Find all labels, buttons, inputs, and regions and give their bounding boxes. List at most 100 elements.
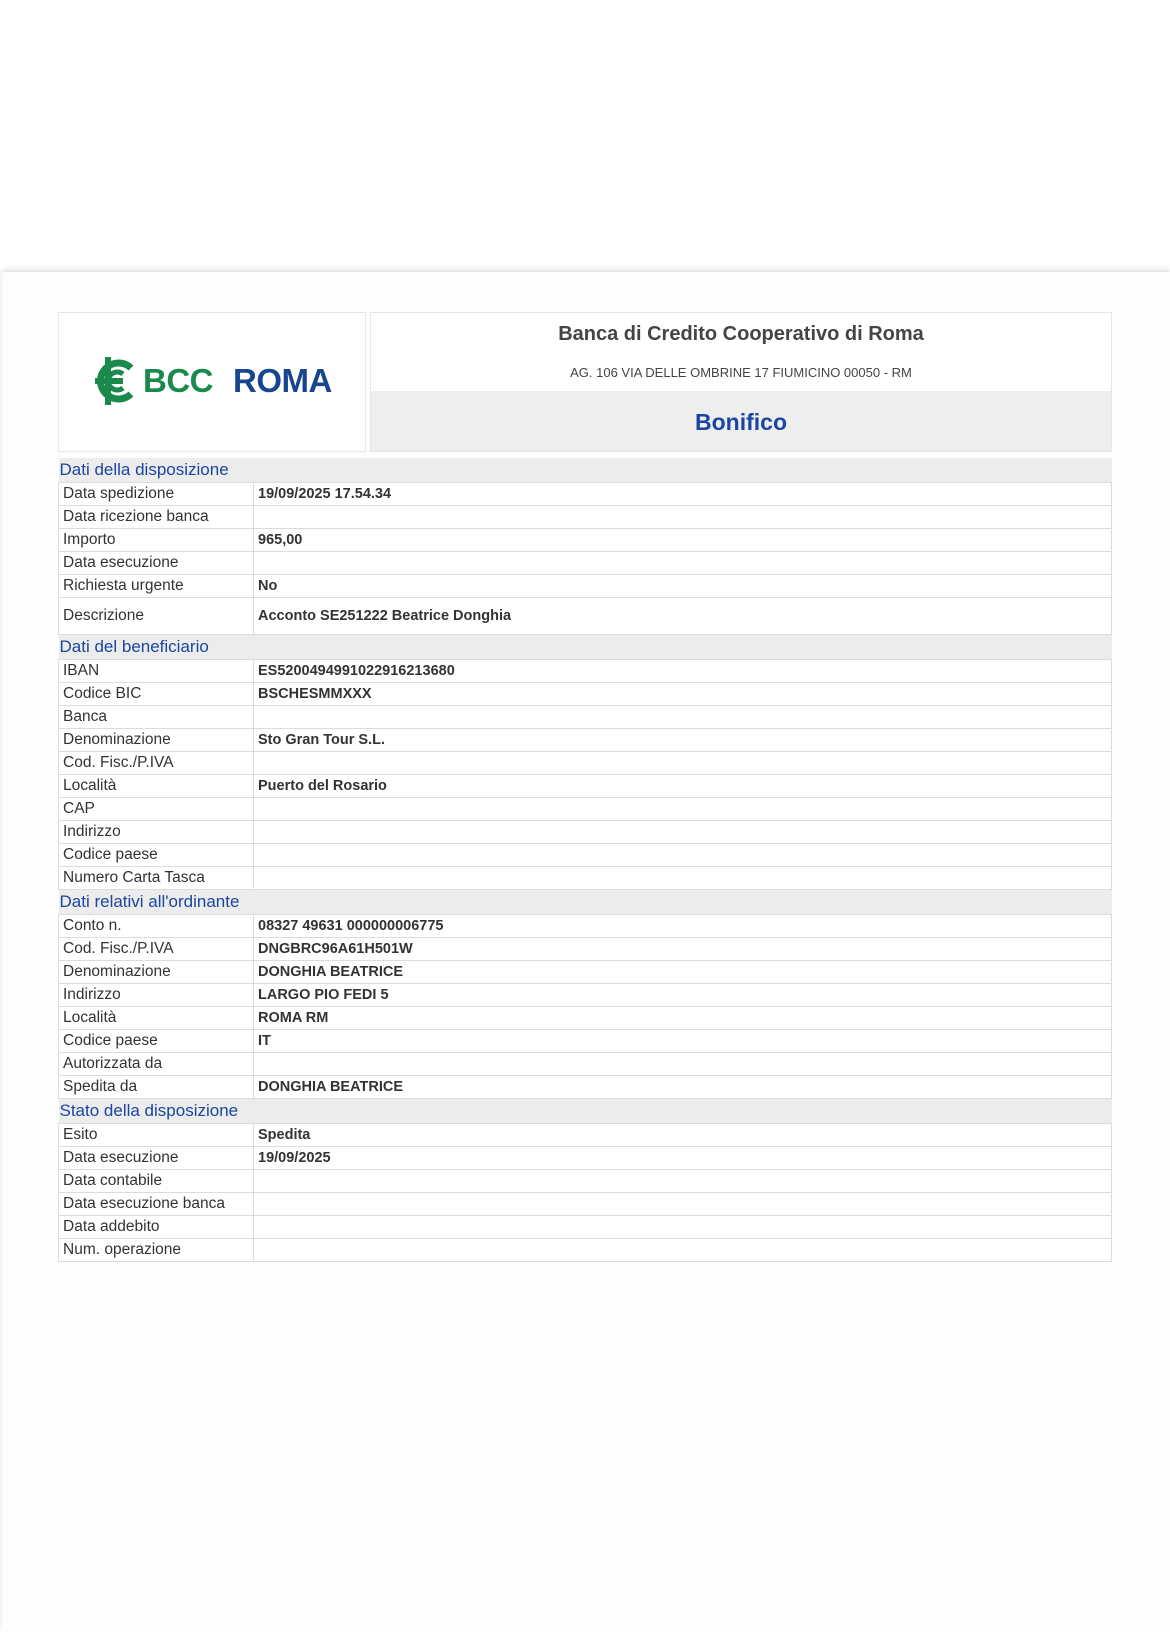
table-row: Codice paese IT xyxy=(58,1029,1112,1053)
table-row: Data esecuzione banca xyxy=(58,1192,1112,1216)
table-row: Codice BIC BSCHESMMXXX xyxy=(58,682,1112,706)
row-label: Banca xyxy=(58,705,254,729)
section-header-stato: Stato della disposizione xyxy=(58,1098,1112,1124)
table-row: Cod. Fisc./P.IVA xyxy=(58,751,1112,775)
row-label: Data esecuzione xyxy=(58,1146,254,1170)
row-label: Data contabile xyxy=(58,1169,254,1193)
row-value: LARGO PIO FEDI 5 xyxy=(253,983,1112,1007)
row-label: Spedita da xyxy=(58,1075,254,1099)
row-label: Conto n. xyxy=(58,914,254,938)
row-label: Cod. Fisc./P.IVA xyxy=(58,937,254,961)
table-row: Cod. Fisc./P.IVA DNGBRC96A61H501W xyxy=(58,937,1112,961)
row-value xyxy=(253,1238,1112,1262)
section-title: Stato della disposizione xyxy=(58,1098,1112,1124)
section-header-ordinante: Dati relativi all'ordinante xyxy=(58,889,1112,915)
row-label: Codice BIC xyxy=(58,682,254,706)
bank-address: AG. 106 VIA DELLE OMBRINE 17 FIUMICINO 0… xyxy=(570,365,912,380)
table-row: Banca xyxy=(58,705,1112,729)
transfer-details-table: Dati della disposizione Data spedizione 1… xyxy=(58,458,1112,1262)
table-row: Data addebito xyxy=(58,1215,1112,1239)
table-row: Esito Spedita xyxy=(58,1123,1112,1147)
table-row: Conto n. 08327 49631 000000006775 xyxy=(58,914,1112,938)
table-row: Località ROMA RM xyxy=(58,1006,1112,1030)
row-value: Acconto SE251222 Beatrice Donghia xyxy=(253,597,1112,635)
table-row: Indirizzo LARGO PIO FEDI 5 xyxy=(58,983,1112,1007)
section-title: Dati della disposizione xyxy=(58,458,1112,483)
table-row: Data contabile xyxy=(58,1169,1112,1193)
logo-roma-text: ROMA xyxy=(233,362,332,399)
row-label: Codice paese xyxy=(58,1029,254,1053)
table-row: Codice paese xyxy=(58,843,1112,867)
row-value: DONGHIA BEATRICE xyxy=(253,1075,1112,1099)
table-row: CAP xyxy=(58,797,1112,821)
row-value xyxy=(253,866,1112,890)
table-row: Data esecuzione xyxy=(58,551,1112,575)
row-label: Denominazione xyxy=(58,728,254,752)
row-value xyxy=(253,1215,1112,1239)
row-value: 08327 49631 000000006775 xyxy=(253,914,1112,938)
bank-info-box: Banca di Credito Cooperativo di Roma AG.… xyxy=(370,312,1112,452)
row-value xyxy=(253,843,1112,867)
row-label: Autorizzata da xyxy=(58,1052,254,1076)
table-row: Indirizzo xyxy=(58,820,1112,844)
row-value: Sto Gran Tour S.L. xyxy=(253,728,1112,752)
table-row: Richiesta urgente No xyxy=(58,574,1112,598)
row-label: Importo xyxy=(58,528,254,552)
row-label: IBAN xyxy=(58,659,254,683)
row-value: ROMA RM xyxy=(253,1006,1112,1030)
table-row: Data ricezione banca xyxy=(58,505,1112,529)
section-title: Dati del beneficiario xyxy=(58,634,1112,660)
table-row: Data spedizione 19/09/2025 17.54.34 xyxy=(58,482,1112,506)
row-label: Richiesta urgente xyxy=(58,574,254,598)
row-label: Indirizzo xyxy=(58,983,254,1007)
row-label: Denominazione xyxy=(58,960,254,984)
table-row: Località Puerto del Rosario xyxy=(58,774,1112,798)
table-row: IBAN ES5200494991022916213680 xyxy=(58,659,1112,683)
row-value: Puerto del Rosario xyxy=(253,774,1112,798)
row-label: Data addebito xyxy=(58,1215,254,1239)
table-row: Denominazione DONGHIA BEATRICE xyxy=(58,960,1112,984)
row-label: Data esecuzione banca xyxy=(58,1192,254,1216)
row-value xyxy=(253,505,1112,529)
row-value: BSCHESMMXXX xyxy=(253,682,1112,706)
row-value: IT xyxy=(253,1029,1112,1053)
row-value xyxy=(253,751,1112,775)
table-row: Importo 965,00 xyxy=(58,528,1112,552)
row-label: Data spedizione xyxy=(58,482,254,506)
row-label: Località xyxy=(58,1006,254,1030)
row-label: CAP xyxy=(58,797,254,821)
logo-bcc-text: BCC xyxy=(143,362,214,399)
row-value: ES5200494991022916213680 xyxy=(253,659,1112,683)
row-value: 19/09/2025 17.54.34 xyxy=(253,482,1112,506)
section-title: Dati relativi all'ordinante xyxy=(58,889,1112,915)
row-label: Codice paese xyxy=(58,843,254,867)
table-row: Denominazione Sto Gran Tour S.L. xyxy=(58,728,1112,752)
bcc-symbol-icon xyxy=(95,357,134,405)
table-row: Autorizzata da xyxy=(58,1052,1112,1076)
row-value xyxy=(253,1192,1112,1216)
bcc-roma-logo: BCC ROMA xyxy=(93,355,332,407)
table-row: Numero Carta Tasca xyxy=(58,866,1112,890)
row-value: 965,00 xyxy=(253,528,1112,552)
table-row: Descrizione Acconto SE251222 Beatrice Don… xyxy=(58,597,1112,635)
row-label: Descrizione xyxy=(58,597,254,635)
section-header-beneficiario: Dati del beneficiario xyxy=(58,634,1112,660)
row-label: Num. operazione xyxy=(58,1238,254,1262)
table-row: Data esecuzione 19/09/2025 xyxy=(58,1146,1112,1170)
table-row: Spedita da DONGHIA BEATRICE xyxy=(58,1075,1112,1099)
row-label: Esito xyxy=(58,1123,254,1147)
row-value xyxy=(253,1052,1112,1076)
logo-box: BCC ROMA xyxy=(58,312,366,452)
row-value xyxy=(253,1169,1112,1193)
row-value xyxy=(253,797,1112,821)
title-band: Bonifico xyxy=(371,391,1111,451)
row-value xyxy=(253,820,1112,844)
row-value xyxy=(253,551,1112,575)
row-label: Data ricezione banca xyxy=(58,505,254,529)
row-value: 19/09/2025 xyxy=(253,1146,1112,1170)
row-value: No xyxy=(253,574,1112,598)
section-header-disposizione: Dati della disposizione xyxy=(58,458,1112,483)
table-row: Num. operazione xyxy=(58,1238,1112,1262)
row-value: DONGHIA BEATRICE xyxy=(253,960,1112,984)
document-header: BCC ROMA Banca di Credito Cooperativo di… xyxy=(58,312,1112,452)
